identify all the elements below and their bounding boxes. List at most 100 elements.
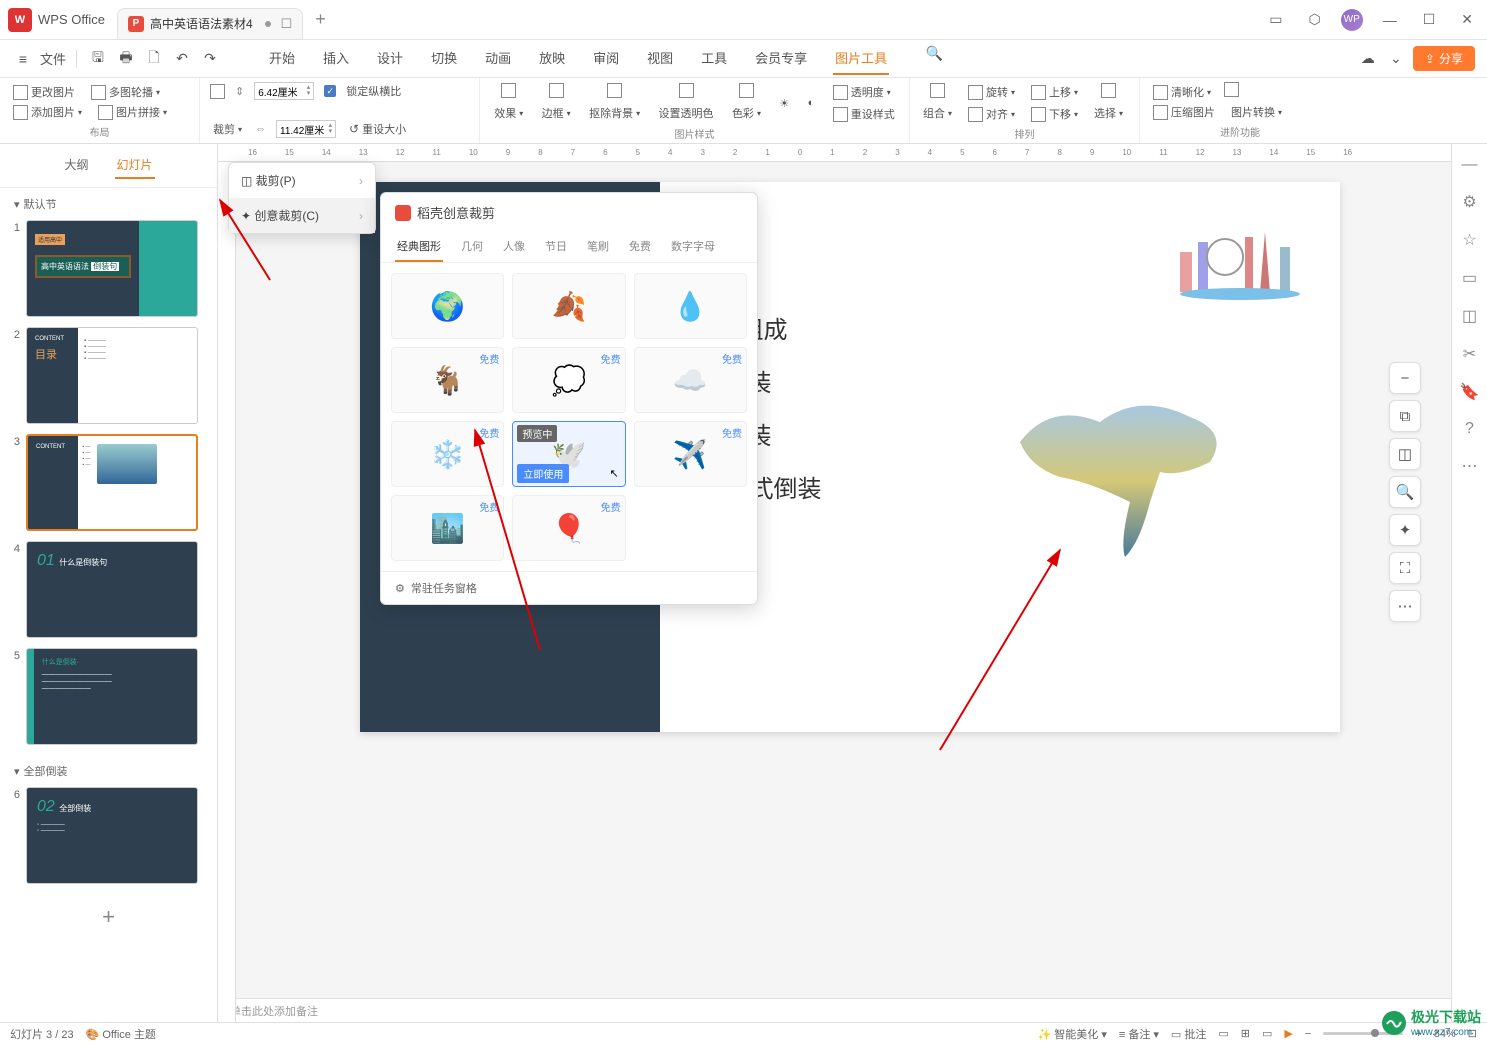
- window-minimize[interactable]: —: [1377, 8, 1403, 32]
- effect-button[interactable]: 效果▾: [491, 103, 526, 123]
- print-icon[interactable]: 🖶: [115, 48, 137, 70]
- user-avatar[interactable]: WP: [1341, 9, 1363, 31]
- width-input[interactable]: 11.42厘米▴▾: [276, 120, 336, 138]
- window-maximize[interactable]: ☐: [1417, 7, 1442, 32]
- rail-help-icon[interactable]: ?: [1465, 420, 1474, 438]
- crop-dropdown-button[interactable]: 裁剪▾: [210, 119, 245, 139]
- crop-template-10[interactable]: 免费🏙️: [391, 495, 504, 561]
- rail-settings-icon[interactable]: ⚙: [1462, 192, 1476, 212]
- float-crop-button[interactable]: ◫: [1389, 438, 1421, 470]
- status-criticize[interactable]: ▭ 批注: [1171, 1026, 1206, 1042]
- multi-outline-button[interactable]: 多图轮播▾: [88, 82, 163, 102]
- cloud-icon[interactable]: ☁: [1357, 48, 1379, 70]
- rail-tools-icon[interactable]: ✂: [1463, 344, 1476, 364]
- apply-crop-button[interactable]: 立即使用: [517, 464, 569, 483]
- redo-icon[interactable]: ↷: [199, 48, 221, 70]
- collapse-ribbon-icon[interactable]: ⌄: [1385, 48, 1407, 70]
- crop-tab-portrait[interactable]: 人像: [501, 232, 527, 262]
- float-minus-button[interactable]: −: [1389, 362, 1421, 394]
- reset-style-button[interactable]: 重设样式: [830, 104, 898, 124]
- rail-menu-icon[interactable]: —: [1462, 156, 1478, 174]
- status-beautify[interactable]: ✨ 智能美化 ▾: [1038, 1026, 1107, 1042]
- crop-tab-festival[interactable]: 节日: [543, 232, 569, 262]
- crop-template-2[interactable]: 🍂: [512, 273, 625, 339]
- menu-tab-design[interactable]: 设计: [375, 42, 405, 75]
- view-normal-icon[interactable]: ▭: [1218, 1027, 1228, 1040]
- creative-crop-menu-item[interactable]: ✦ 创意裁剪(C)›: [229, 198, 375, 233]
- contrast-icon[interactable]: ◐: [805, 95, 818, 111]
- lock-ratio-checkbox[interactable]: ✓: [324, 85, 336, 97]
- dock-taskpane-button[interactable]: ⚙常驻任务窗格: [381, 571, 757, 604]
- crop-tab-alphanumeric[interactable]: 数字字母: [669, 232, 717, 262]
- section-all-invert[interactable]: ▾全部倒装: [0, 755, 209, 787]
- rail-template-icon[interactable]: ◫: [1462, 306, 1477, 326]
- crop-template-1[interactable]: 🌍: [391, 273, 504, 339]
- menu-tab-picture-tools[interactable]: 图片工具: [833, 42, 889, 75]
- float-magic-button[interactable]: ✦: [1389, 514, 1421, 546]
- window-close[interactable]: ✕: [1455, 7, 1479, 32]
- convert-icon[interactable]: [1224, 82, 1239, 97]
- slides-tab[interactable]: 幻灯片: [115, 152, 155, 179]
- crop-template-5[interactable]: 免费💭: [512, 347, 625, 413]
- rail-bookmark-icon[interactable]: 🔖: [1460, 382, 1480, 402]
- view-reading-icon[interactable]: ▭: [1262, 1027, 1272, 1040]
- view-sorter-icon[interactable]: ⊞: [1241, 1027, 1250, 1040]
- menu-tab-animation[interactable]: 动画: [483, 42, 513, 75]
- appbox-icon[interactable]: ▭: [1263, 7, 1288, 32]
- remove-bg-button[interactable]: 抠除背景▾: [586, 103, 643, 123]
- transparency-button[interactable]: 透明度▾: [830, 82, 898, 102]
- tab-close-icon[interactable]: ☐: [281, 16, 293, 32]
- convert-button[interactable]: 图片转换▾: [1228, 102, 1285, 122]
- view-slideshow-icon[interactable]: ▶: [1284, 1027, 1292, 1040]
- undo-icon[interactable]: ↶: [171, 48, 193, 70]
- crop-template-7[interactable]: 免费❄️: [391, 421, 504, 487]
- select-icon[interactable]: [1101, 83, 1116, 98]
- crop-template-11[interactable]: 免费🎈: [512, 495, 625, 561]
- status-remark[interactable]: ≡ 备注 ▾: [1119, 1026, 1159, 1042]
- menu-tab-tools[interactable]: 工具: [699, 42, 729, 75]
- outline-tab[interactable]: 大纲: [62, 152, 90, 179]
- change-picture-button[interactable]: 更改图片: [10, 82, 78, 102]
- slide-thumb-6[interactable]: 02 全部倒装◦ ————◦ ————: [26, 787, 198, 884]
- rotate-button[interactable]: 旋转▾: [965, 82, 1018, 102]
- float-fullscreen-button[interactable]: ⛶: [1389, 552, 1421, 584]
- bird-crop-image[interactable]: [1010, 382, 1240, 562]
- crop-template-9[interactable]: 免费✈️: [634, 421, 747, 487]
- status-theme[interactable]: 🎨 Office 主题: [86, 1026, 156, 1042]
- transparent-color-button[interactable]: 设置透明色: [656, 103, 717, 123]
- crop-template-6[interactable]: 免费☁️: [634, 347, 747, 413]
- crop-template-3[interactable]: 💧: [634, 273, 747, 339]
- crop-menu-item[interactable]: ◫ 裁剪(P)›: [229, 163, 375, 198]
- slide-thumb-1[interactable]: 适用高中高中英语语法 倒装句: [26, 220, 198, 317]
- rail-present-icon[interactable]: ▭: [1462, 268, 1477, 288]
- float-more-button[interactable]: ⋯: [1389, 590, 1421, 622]
- slide-thumb-4[interactable]: 01 什么是倒装句: [26, 541, 198, 638]
- slide-thumb-5[interactable]: 什么是倒装·———————————————————————————: [26, 648, 198, 745]
- compress-button[interactable]: 压缩图片: [1150, 102, 1218, 122]
- rail-star-icon[interactable]: ☆: [1462, 230, 1476, 250]
- zoom-out-icon[interactable]: −: [1305, 1028, 1311, 1040]
- reset-size-button[interactable]: ↺重设大小: [346, 119, 409, 139]
- picture-join-button[interactable]: 图片拼接▾: [95, 102, 170, 122]
- menu-tab-slideshow[interactable]: 放映: [537, 42, 567, 75]
- crop-template-4[interactable]: 免费🐐: [391, 347, 504, 413]
- sharpen-button[interactable]: 清晰化▾: [1150, 82, 1214, 102]
- save-icon[interactable]: 🖫: [87, 48, 109, 70]
- border-icon[interactable]: [549, 83, 564, 98]
- slide-thumb-2[interactable]: CONTENT目录▪ ———▪ ———▪ ———▪ ———: [26, 327, 198, 424]
- color-icon[interactable]: [739, 83, 754, 98]
- notes-area[interactable]: 单击此处添加备注: [218, 998, 1451, 1022]
- menu-tab-vip[interactable]: 会员专享: [753, 42, 809, 75]
- hamburger-icon[interactable]: ≡: [12, 48, 34, 70]
- rail-more-icon[interactable]: ⋯: [1462, 456, 1478, 476]
- float-layers-button[interactable]: ⧉: [1389, 400, 1421, 432]
- add-slide-button[interactable]: +: [0, 894, 217, 940]
- crop-tab-brush[interactable]: 笔刷: [585, 232, 611, 262]
- menu-tab-start[interactable]: 开始: [267, 42, 297, 75]
- transparent-color-icon[interactable]: [679, 83, 694, 98]
- move-down-button[interactable]: 下移▾: [1028, 104, 1081, 124]
- file-menu[interactable]: 文件: [40, 49, 66, 68]
- crop-tab-geometry[interactable]: 几何: [459, 232, 485, 262]
- border-button[interactable]: 边框▾: [539, 103, 574, 123]
- float-search-button[interactable]: 🔍: [1389, 476, 1421, 508]
